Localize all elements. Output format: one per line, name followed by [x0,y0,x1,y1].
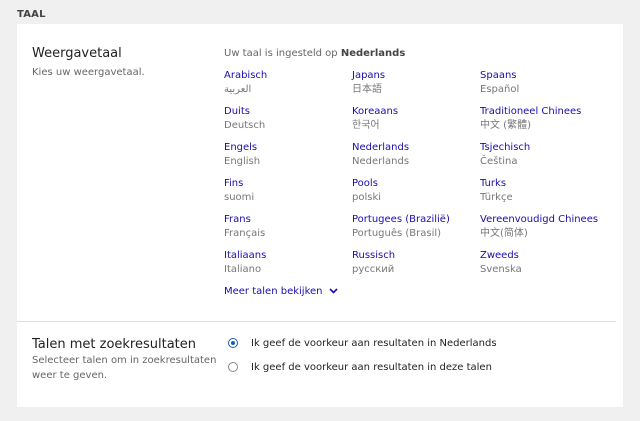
language-name-link[interactable]: Vereenvoudigd Chinees [480,213,605,227]
radio-option-label: Ik geef de voorkeur aan resultaten in Ne… [251,338,497,349]
language-name-link[interactable]: Fins [224,177,349,191]
radio-option-label: Ik geef de voorkeur aan resultaten in de… [251,362,492,373]
language-name-link[interactable]: Italiaans [224,249,349,263]
search-languages-description: Selecteer talen om in zoekresultaten wee… [32,353,216,383]
language-native-name: polski [352,192,382,203]
language-native-name: русский [352,264,395,275]
display-language-heading: Weergavetaal [32,46,122,61]
search-languages-description-line1: Selecteer talen om in zoekresultaten [32,355,217,366]
radio-option-these-languages[interactable]: Ik geef de voorkeur aan resultaten in de… [228,362,492,373]
language-native-name: Svenska [480,264,522,275]
language-option[interactable]: Turks Türkçe [480,177,605,205]
language-name-link[interactable]: Traditioneel Chinees [480,105,605,119]
language-name-link[interactable]: Engels [224,141,349,155]
language-name-link[interactable]: Portugees (Brazilië) [352,213,477,227]
chevron-down-icon [329,288,338,294]
more-languages-label: Meer talen bekijken [224,286,323,297]
current-language-value: Nederlands [340,48,406,59]
language-native-name: Türkçe [480,192,513,203]
language-name-link[interactable]: Duits [224,105,349,119]
language-option[interactable]: Koreaans 한국어 [352,105,477,133]
language-native-name: Deutsch [224,120,266,131]
language-settings-card: Weergavetaal Kies uw weergavetaal. Uw ta… [17,24,623,407]
search-languages-heading: Talen met zoekresultaten [32,337,197,352]
language-name-link[interactable]: Tsjechisch [480,141,605,155]
language-option[interactable]: Traditioneel Chinees 中文 (繁體) [480,105,605,133]
language-name-link[interactable]: Zweeds [480,249,605,263]
language-native-name: Čeština [480,156,518,167]
language-name-link[interactable]: Turks [480,177,605,191]
language-option[interactable]: Frans Français [224,213,349,241]
language-option[interactable]: Nederlands Nederlands [352,141,477,169]
language-native-name: Français [224,228,266,239]
language-option[interactable]: Arabisch العربية [224,69,349,97]
language-native-name: العربية [224,84,252,95]
more-languages-link[interactable]: Meer talen bekijken [224,286,338,297]
language-option[interactable]: Zweeds Svenska [480,249,605,277]
display-language-description: Kies uw weergavetaal. [32,67,145,78]
language-option[interactable]: Tsjechisch Čeština [480,141,605,169]
section-title: TAAL [17,9,46,20]
language-option[interactable]: Japans 日本語 [352,69,477,97]
language-native-name: 中文 (繁體) [480,120,531,131]
language-native-name: Español [480,84,520,95]
section-divider [17,321,616,322]
language-option[interactable]: Spaans Español [480,69,605,97]
language-option[interactable]: Russisch русский [352,249,477,277]
language-option[interactable]: Duits Deutsch [224,105,349,133]
radio-button-unselected[interactable] [228,362,238,372]
language-name-link[interactable]: Arabisch [224,69,349,83]
language-option[interactable]: Italiaans Italiano [224,249,349,277]
current-language-prefix: Uw taal is ingesteld op [224,48,338,59]
language-native-name: Português (Brasil) [352,228,442,239]
language-name-link[interactable]: Koreaans [352,105,477,119]
language-name-link[interactable]: Russisch [352,249,477,263]
language-option[interactable]: Fins suomi [224,177,349,205]
language-native-name: English [224,156,261,167]
language-native-name: suomi [224,192,255,203]
language-native-name: 한국어 [352,120,380,131]
language-option[interactable]: Vereenvoudigd Chinees 中文(简体) [480,213,605,241]
language-option[interactable]: Engels English [224,141,349,169]
language-native-name: Italiano [224,264,262,275]
language-native-name: 日本語 [352,84,382,95]
language-name-link[interactable]: Frans [224,213,349,227]
radio-button-selected[interactable] [228,338,238,348]
radio-option-nederlands[interactable]: Ik geef de voorkeur aan resultaten in Ne… [228,338,497,349]
language-option[interactable]: Pools polski [352,177,477,205]
search-languages-description-line2: weer te geven. [32,370,108,381]
language-name-link[interactable]: Japans [352,69,477,83]
language-native-name: Nederlands [352,156,410,167]
language-native-name: 中文(简体) [480,228,528,239]
language-option[interactable]: Portugees (Brazilië) Português (Brasil) [352,213,477,241]
language-name-link[interactable]: Pools [352,177,477,191]
language-name-link[interactable]: Nederlands [352,141,477,155]
language-name-link[interactable]: Spaans [480,69,605,83]
current-language-note: Uw taal is ingesteld op Nederlands [224,48,405,59]
